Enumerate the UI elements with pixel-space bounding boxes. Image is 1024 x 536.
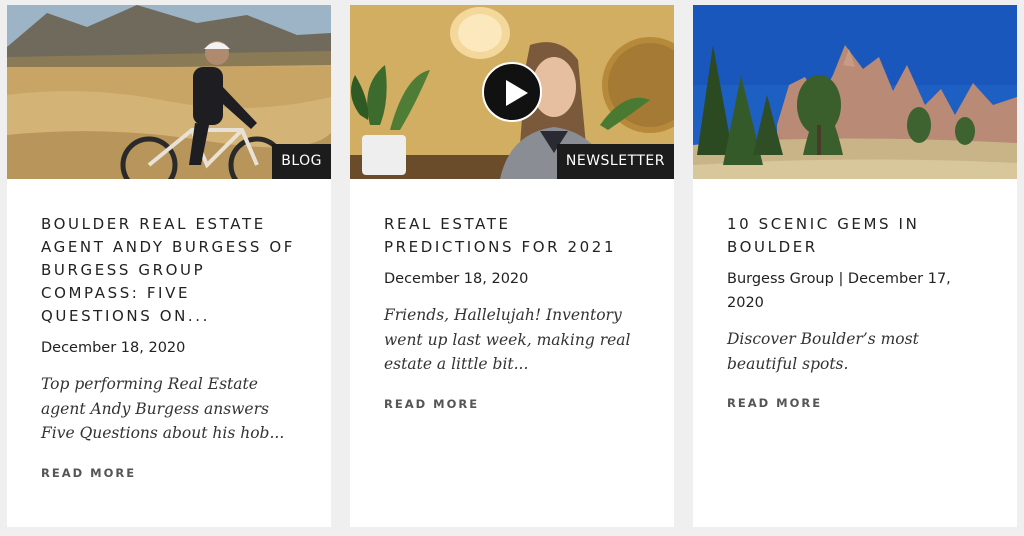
video-play-icon[interactable]: [482, 62, 542, 122]
post-date: December 18, 2020: [384, 271, 529, 287]
flatirons-photo: [693, 5, 1017, 179]
post-card-3: 10 SCENIC GEMS IN BOULDER Burgess Group …: [693, 5, 1017, 527]
category-tag[interactable]: BLOG: [272, 144, 331, 179]
post-card-2: NEWSLETTER REAL ESTATE PREDICTIONS FOR 2…: [350, 5, 674, 527]
read-more-link[interactable]: READ MORE: [41, 466, 136, 480]
category-tag[interactable]: NEWSLETTER: [556, 144, 674, 179]
post-excerpt: Discover Boulder’s most beautiful spots.: [727, 330, 919, 373]
post-title[interactable]: BOULDER REAL ESTATE AGENT ANDY BURGESS O…: [41, 213, 297, 328]
post-card-1: BLOG BOULDER REAL ESTATE AGENT ANDY BURG…: [7, 5, 331, 527]
read-more-link[interactable]: READ MORE: [384, 397, 479, 411]
post-title[interactable]: 10 SCENIC GEMS IN BOULDER: [727, 213, 983, 259]
post-author-date: Burgess Group | December 17, 2020: [727, 271, 951, 311]
post-1-image-link[interactable]: BLOG: [7, 5, 331, 179]
post-excerpt: Top performing Real Estate agent Andy Bu…: [41, 375, 285, 442]
post-3-image-link[interactable]: [693, 5, 1017, 179]
post-date: December 18, 2020: [41, 340, 186, 356]
post-2-image-link[interactable]: NEWSLETTER: [350, 5, 674, 179]
post-excerpt: Friends, Hallelujah! Inventory went up l…: [384, 306, 631, 373]
read-more-link[interactable]: READ MORE: [727, 396, 822, 410]
post-title[interactable]: REAL ESTATE PREDICTIONS FOR 2021: [384, 213, 640, 259]
